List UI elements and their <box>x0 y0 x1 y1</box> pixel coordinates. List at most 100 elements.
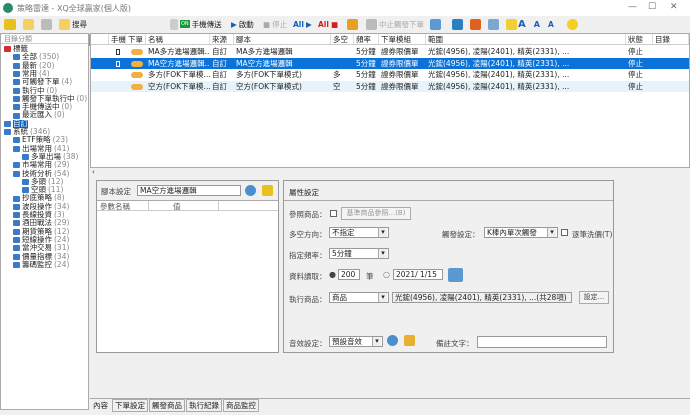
cell-module: 證券限價單 <box>379 69 426 80</box>
xs-icon[interactable] <box>4 19 16 30</box>
column-header[interactable] <box>91 34 109 44</box>
table-row[interactable]: 多方(FOK下單模...自訂多方(FOK下單模式)多5分鐘證券限價單光鋐(495… <box>91 69 689 80</box>
report-icon[interactable] <box>488 19 499 30</box>
cell-side <box>331 46 354 57</box>
tree-header: 目錄分類 <box>1 34 88 44</box>
cell-status: 停止 <box>626 58 653 69</box>
column-header[interactable]: 腳本 <box>234 34 331 44</box>
import-icon[interactable] <box>452 19 463 30</box>
column-header[interactable]: 手機 <box>109 34 126 44</box>
tab[interactable]: 商品監控 <box>223 399 259 412</box>
table-row[interactable]: 空方(FOK下單模...自訂空方(FOK下單模式)空5分鐘證券限價單光鋐(495… <box>91 81 689 92</box>
order-toggle[interactable] <box>126 46 146 57</box>
minimize-button[interactable]: — <box>628 2 637 12</box>
stop-all-button[interactable]: All■ <box>318 17 338 31</box>
date-radio[interactable]: ○ <box>383 270 390 279</box>
script-input[interactable]: MA空方進場邏輯 <box>137 185 241 196</box>
font-smaller-icon[interactable]: A <box>534 20 540 29</box>
maximize-button[interactable]: ☐ <box>648 2 656 12</box>
sound-search-icon[interactable] <box>387 335 398 346</box>
bars-input[interactable]: 200 <box>338 269 360 280</box>
property-title: 屬性設定 <box>284 181 613 201</box>
column-header[interactable]: 狀態 <box>626 34 653 44</box>
phone-icon <box>109 46 126 57</box>
phone-send-toggle[interactable]: ON <box>180 20 190 28</box>
start-button[interactable]: ▶啟動 <box>231 17 254 31</box>
xs-editor-icon[interactable] <box>262 185 273 196</box>
script-label: 腳本設定 <box>101 186 131 197</box>
side-select[interactable]: 不指定 <box>329 227 389 238</box>
lightning-icon[interactable] <box>506 19 517 30</box>
cell-side: 多 <box>331 69 354 80</box>
cell-source: 自訂 <box>210 58 234 69</box>
app-logo-icon <box>3 3 13 13</box>
stop-trigger-button[interactable]: 中止觸發下單 <box>366 17 424 31</box>
order-toggle[interactable] <box>126 81 146 92</box>
cell-freq: 5分鐘 <box>354 81 379 92</box>
exec-select[interactable]: 商品 <box>329 292 389 303</box>
cell-freq: 5分鐘 <box>354 58 379 69</box>
close-button[interactable]: ✕ <box>670 2 678 12</box>
order-toggle[interactable] <box>126 58 146 69</box>
sound-select[interactable]: 預設音效 <box>329 336 383 347</box>
tree-item[interactable]: 籌碼監控(24) <box>13 261 69 269</box>
folder-icon <box>13 212 20 218</box>
trigger-select[interactable]: K棒內單次觸發 <box>484 227 558 238</box>
phone-send-label: 手機傳送 <box>192 19 222 30</box>
table-row[interactable]: MA空方進場邏輯...自訂MA空方進場邏輯5分鐘證券限價單光鋐(4956), 凌… <box>91 58 689 69</box>
start-all-button[interactable]: All▶ <box>293 17 312 31</box>
cell-script: 多方(FOK下單模式) <box>234 69 331 80</box>
tag-icon <box>4 46 11 52</box>
speaker-icon[interactable] <box>404 335 415 346</box>
ref-button[interactable]: 基準商品參照...(B) <box>341 207 411 220</box>
folder-icon <box>13 262 20 268</box>
calendar-icon[interactable] <box>430 19 441 30</box>
exec-settings-button[interactable]: 設定... <box>579 291 609 304</box>
bottom-tabs: 內容下單設定觸發商品執行紀錄商品監控 <box>90 399 259 412</box>
tab[interactable]: 內容 <box>90 399 111 412</box>
cell-dir <box>653 46 689 57</box>
column-header[interactable]: 下單 <box>126 34 146 44</box>
cell-status: 停止 <box>626 46 653 57</box>
table-row[interactable]: MA多方進場邏輯...自訂MA多方進場邏輯5分鐘證券限價單光鋐(4956), 凌… <box>91 46 689 57</box>
folder-icon <box>4 121 11 127</box>
tab[interactable]: 執行紀錄 <box>186 399 222 412</box>
note-input[interactable] <box>477 336 607 348</box>
export-icon[interactable] <box>470 19 481 30</box>
folder-icon <box>13 229 20 235</box>
font-reset-icon[interactable]: A <box>548 20 554 29</box>
tab[interactable]: 下單設定 <box>112 399 148 412</box>
search-script-icon[interactable] <box>245 185 256 196</box>
script-panel: 腳本設定 MA空方進場邏輯 參數名稱 值 <box>96 180 279 353</box>
delete-icon[interactable] <box>41 19 52 30</box>
splitter[interactable]: ‹ <box>90 168 690 178</box>
order-toggle[interactable] <box>126 69 146 80</box>
folder-icon <box>13 63 20 69</box>
column-header[interactable]: 名稱 <box>146 34 210 44</box>
tick-checkbox[interactable] <box>561 229 568 236</box>
bars-unit: 筆 <box>366 271 374 282</box>
ref-checkbox[interactable] <box>330 210 337 217</box>
freq-select[interactable]: 5分鐘 <box>329 248 389 259</box>
column-header[interactable]: 多空 <box>331 34 354 44</box>
column-header[interactable]: 頻率 <box>354 34 379 44</box>
folder-refresh-icon[interactable] <box>347 19 358 30</box>
open-folder-icon[interactable] <box>59 19 70 30</box>
calendar-button-icon[interactable] <box>448 268 463 282</box>
folder-icon <box>13 220 20 226</box>
cell-range: 光鋐(4956), 凌陽(2401), 精英(2331), ... <box>426 81 626 92</box>
column-header[interactable]: 來源 <box>210 34 234 44</box>
column-header[interactable]: 範圍 <box>426 34 626 44</box>
folder-icon <box>4 129 11 135</box>
folder-icon <box>13 88 20 94</box>
stop-button[interactable]: ■停止 <box>263 17 287 31</box>
date-input[interactable]: 2021/ 1/15 <box>393 269 443 280</box>
tab[interactable]: 觸發商品 <box>149 399 185 412</box>
font-larger-icon[interactable]: A <box>518 19 526 30</box>
folder-icon <box>13 196 20 202</box>
bars-radio[interactable]: ● <box>329 270 336 279</box>
column-header[interactable]: 目錄 <box>653 34 689 44</box>
new-file-icon[interactable] <box>23 19 34 30</box>
column-header[interactable]: 下單模組 <box>379 34 426 44</box>
help-icon[interactable] <box>567 19 578 30</box>
